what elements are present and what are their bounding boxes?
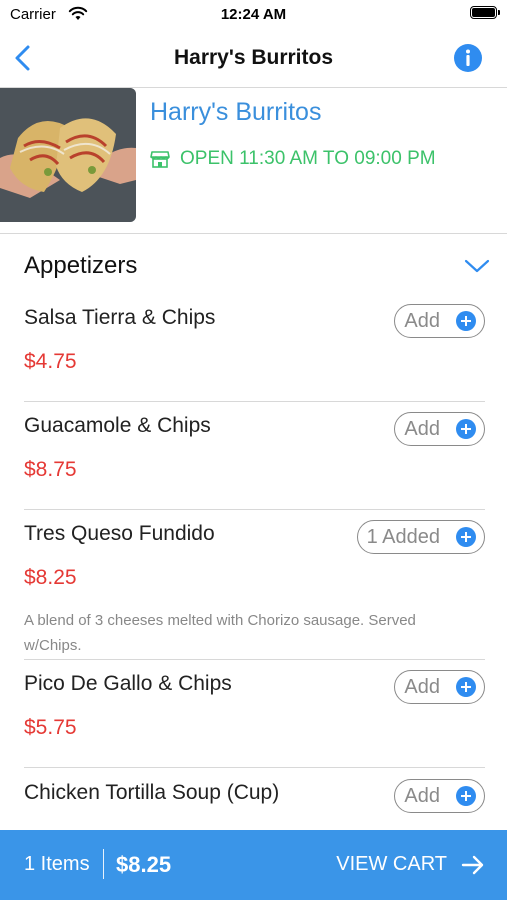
menu-item[interactable]: Tres Queso Fundido $8.25 A blend of 3 ch… bbox=[24, 520, 485, 654]
section-title: Appetizers bbox=[24, 252, 138, 279]
menu-item[interactable]: Chicken Tortilla Soup (Cup) Add bbox=[24, 779, 485, 813]
restaurant-name: Harry's Burritos bbox=[150, 98, 322, 126]
info-icon[interactable] bbox=[453, 43, 483, 73]
item-price: $8.25 bbox=[24, 566, 77, 589]
plus-icon bbox=[456, 527, 476, 547]
section-appetizers[interactable]: Appetizers bbox=[24, 252, 490, 280]
divider bbox=[24, 767, 485, 768]
add-button-label: Add bbox=[404, 417, 440, 440]
navigation-bar: Harry's Burritos bbox=[0, 30, 507, 88]
view-cart-label: VIEW CART bbox=[336, 853, 447, 875]
item-price: $4.75 bbox=[24, 350, 77, 373]
menu-item[interactable]: Salsa Tierra & Chips $4.75 Add bbox=[24, 304, 485, 373]
item-price: $8.75 bbox=[24, 458, 77, 481]
added-button[interactable]: 1 Added bbox=[356, 520, 485, 554]
cart-bar[interactable]: 1 Items $8.25 VIEW CART bbox=[0, 830, 507, 900]
divider bbox=[24, 509, 485, 510]
cart-total: $8.25 bbox=[116, 852, 172, 877]
add-button[interactable]: Add bbox=[394, 412, 485, 446]
add-button-label: 1 Added bbox=[366, 525, 440, 548]
add-button[interactable]: Add bbox=[394, 670, 485, 704]
battery-icon bbox=[470, 6, 500, 19]
opening-hours: OPEN 11:30 AM TO 09:00 PM bbox=[150, 148, 436, 170]
view-cart-button[interactable]: VIEW CART bbox=[336, 853, 485, 876]
add-button[interactable]: Add bbox=[394, 779, 485, 813]
opening-hours-text: OPEN 11:30 AM TO 09:00 PM bbox=[180, 148, 436, 169]
add-button-label: Add bbox=[404, 309, 440, 332]
divider bbox=[24, 659, 485, 660]
cart-separator bbox=[103, 849, 104, 879]
page-title: Harry's Burritos bbox=[173, 46, 334, 69]
plus-icon bbox=[456, 419, 476, 439]
add-button-label: Add bbox=[404, 784, 440, 807]
cart-item-count: 1 Items bbox=[24, 853, 90, 875]
plus-icon bbox=[456, 311, 476, 331]
add-button-label: Add bbox=[404, 675, 440, 698]
divider bbox=[24, 401, 485, 402]
store-icon bbox=[150, 151, 170, 168]
arrow-right-icon bbox=[461, 855, 484, 874]
restaurant-photo bbox=[0, 88, 136, 222]
restaurant-header: Harry's Burritos OPEN 11:30 AM TO 09:00 … bbox=[0, 88, 507, 234]
chevron-down-icon[interactable] bbox=[464, 258, 490, 274]
add-button[interactable]: Add bbox=[394, 304, 485, 338]
clock: 12:24 AM bbox=[220, 6, 287, 23]
menu-item[interactable]: Pico De Gallo & Chips $5.75 Add bbox=[24, 670, 485, 739]
item-price: $5.75 bbox=[24, 716, 77, 739]
plus-icon bbox=[456, 786, 476, 806]
item-description: A blend of 3 cheeses melted with Chorizo… bbox=[24, 612, 416, 654]
plus-icon bbox=[456, 677, 476, 697]
menu-item[interactable]: Guacamole & Chips $8.75 Add bbox=[24, 412, 485, 481]
status-bar: Carrier 12:24 AM bbox=[0, 0, 507, 30]
